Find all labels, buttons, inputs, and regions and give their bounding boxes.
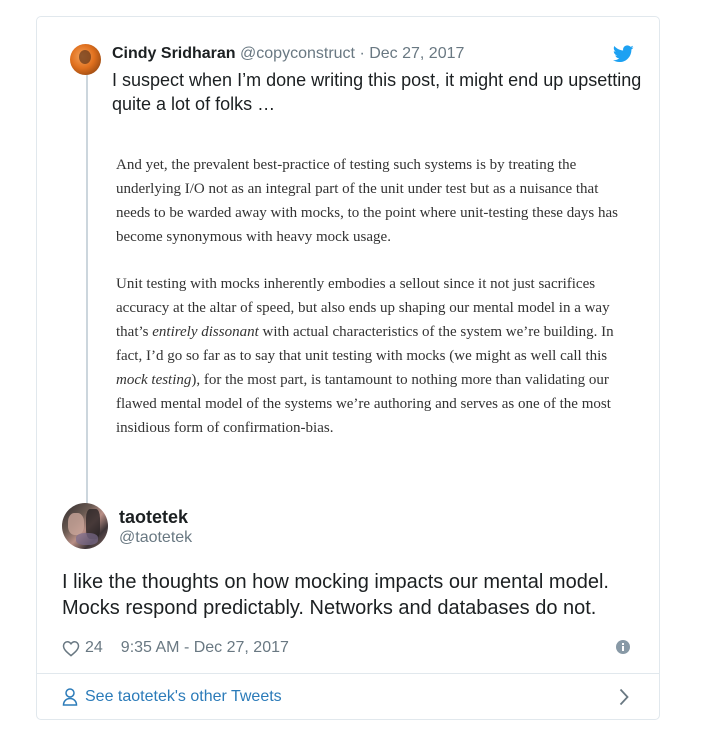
person-icon xyxy=(62,688,78,706)
quoted-tweet-image-excerpt[interactable]: And yet, the prevalent best-practice of … xyxy=(116,153,626,463)
quoted-tweet-date[interactable]: Dec 27, 2017 xyxy=(369,45,464,62)
reply-author-avatar[interactable] xyxy=(62,503,108,549)
see-other-tweets-link[interactable]: See taotetek's other Tweets xyxy=(62,685,282,709)
twitter-bird-icon[interactable] xyxy=(613,45,634,63)
tweet-meta-row: 24 9:35 AM - Dec 27, 2017 xyxy=(62,637,289,659)
footer-divider xyxy=(37,673,659,674)
quoted-tweet-header: Cindy Sridharan @copyconstruct · Dec 27,… xyxy=(112,44,464,64)
excerpt-paragraph-1: And yet, the prevalent best-practice of … xyxy=(116,157,618,245)
quoted-tweet-text: I suspect when I’m done writing this pos… xyxy=(112,70,642,114)
quoted-author-name[interactable]: Cindy Sridharan xyxy=(112,45,236,62)
chevron-right-icon[interactable] xyxy=(619,688,629,706)
see-other-tweets-label[interactable]: See taotetek's other Tweets xyxy=(85,688,282,706)
quoted-author-avatar[interactable] xyxy=(70,44,101,75)
reply-author-name[interactable]: taotetek xyxy=(119,506,188,528)
reply-tweet-text: I like the thoughts on how mocking impac… xyxy=(62,571,609,619)
excerpt-paragraph-2: Unit testing with mocks inherently embod… xyxy=(116,276,614,436)
reply-author-handle[interactable]: @taotetek xyxy=(119,528,192,548)
embedded-tweet-card: Cindy Sridharan @copyconstruct · Dec 27,… xyxy=(36,16,660,720)
quoted-author-handle[interactable]: @copyconstruct xyxy=(240,45,355,62)
header-separator: · xyxy=(359,45,365,62)
thread-connector-line xyxy=(86,73,88,521)
heart-icon[interactable] xyxy=(62,640,80,657)
like-count[interactable]: 24 xyxy=(85,637,103,659)
info-icon[interactable] xyxy=(616,640,630,654)
tweet-timestamp[interactable]: 9:35 AM - Dec 27, 2017 xyxy=(121,637,289,659)
